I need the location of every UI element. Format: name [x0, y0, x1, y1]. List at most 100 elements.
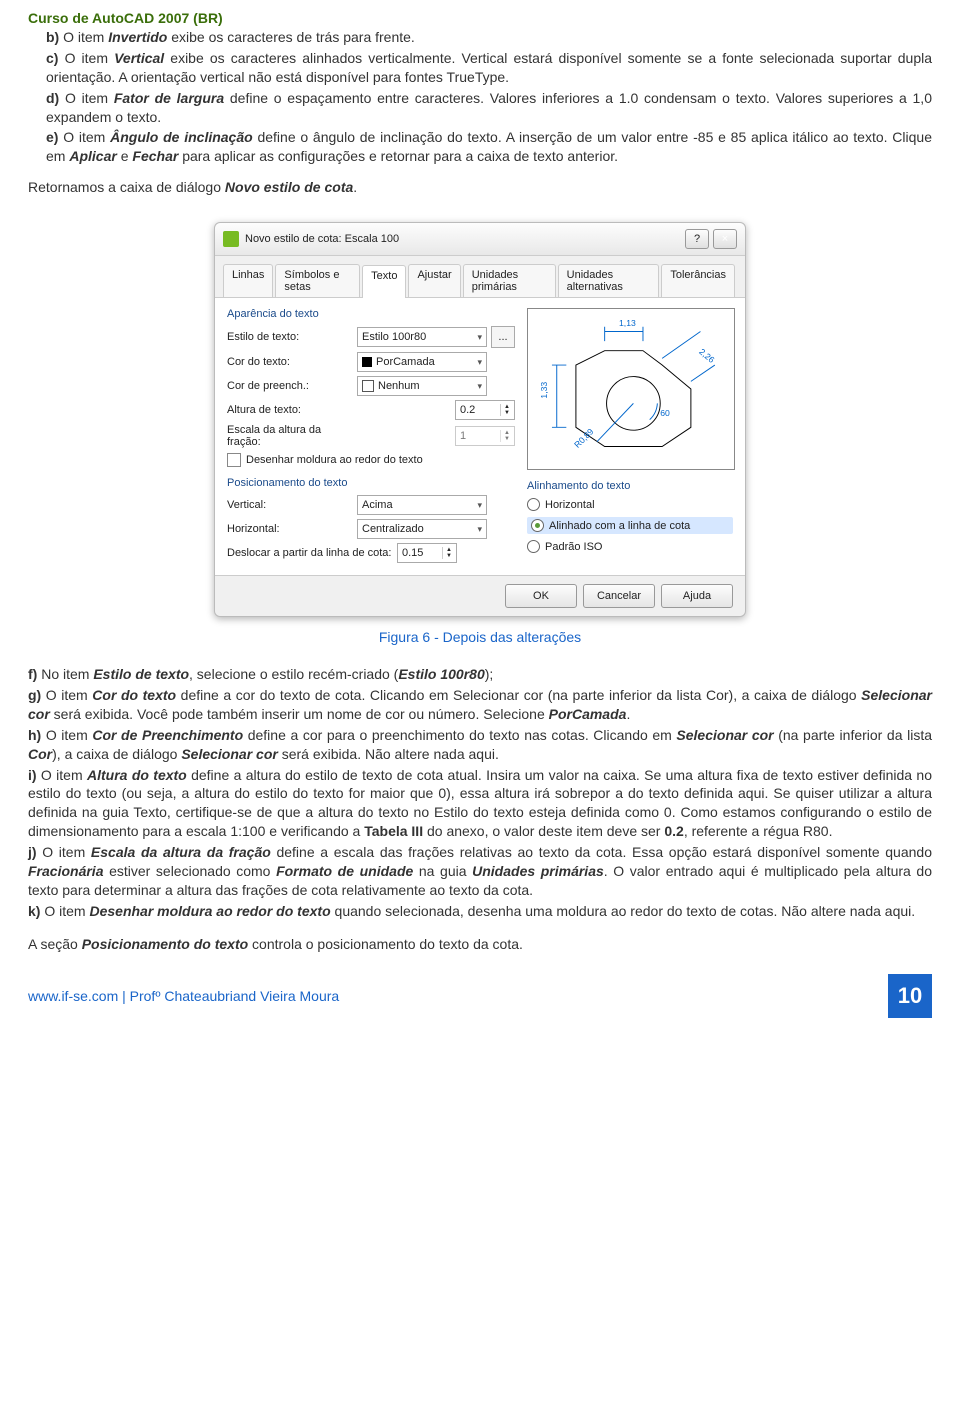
- radio-horizontal[interactable]: Horizontal: [527, 498, 733, 511]
- select-horizontal[interactable]: Centralizado: [357, 519, 487, 539]
- radio-alinhado-cota[interactable]: Alinhado com a linha de cota: [527, 517, 733, 534]
- help-button-footer[interactable]: Ajuda: [661, 584, 733, 608]
- section-aparencia: Aparência do texto: [227, 308, 515, 320]
- spinner-altura-texto[interactable]: 0.2▲▼: [455, 400, 515, 420]
- item-g-prefix: g): [28, 687, 46, 703]
- t: estiver selecionado como: [103, 863, 276, 879]
- tab-simbolos-setas[interactable]: Símbolos e setas: [275, 264, 360, 297]
- item-c-prefix: c): [46, 50, 65, 66]
- ok-button[interactable]: OK: [505, 584, 577, 608]
- t: ), a caixa de diálogo: [52, 746, 181, 762]
- preview-dim-diag: 2,26: [697, 347, 716, 366]
- item-b-prefix: b): [46, 29, 63, 45]
- spinner-arrows-icon[interactable]: ▲▼: [442, 547, 452, 559]
- dialog-novo-estilo-cota: Novo estilo de cota: Escala 100 ? × Linh…: [214, 222, 746, 617]
- select-estilo-texto[interactable]: Estilo 100r80: [357, 327, 487, 347]
- select-cor-texto-value: PorCamada: [376, 356, 435, 368]
- checkbox-icon[interactable]: [227, 453, 241, 467]
- row-cor-texto: Cor do texto: PorCamada: [227, 352, 515, 372]
- tab-bar: Linhas Símbolos e setas Texto Ajustar Un…: [215, 256, 745, 298]
- t: O item: [65, 50, 115, 66]
- t: na guia: [413, 863, 472, 879]
- selecionar-cor: Selecionar cor: [676, 727, 773, 743]
- fracionaria: Fracionária: [28, 863, 103, 879]
- t: A seção: [28, 936, 82, 952]
- dialog-body: Aparência do texto Estilo de texto: Esti…: [215, 298, 745, 575]
- ellipsis-button[interactable]: ...: [491, 326, 515, 348]
- paragraph-i: i) O item Altura do texto define a altur…: [28, 766, 932, 842]
- item-vertical: Vertical: [114, 50, 164, 66]
- cor: Cor: [28, 746, 52, 762]
- item-e-prefix: e): [46, 129, 63, 145]
- selecionar-cor-2: Selecionar cor: [181, 746, 278, 762]
- t: quando selecionada, desenha uma moldura …: [331, 903, 916, 919]
- radio-icon[interactable]: [531, 519, 544, 532]
- radio-icon[interactable]: [527, 540, 540, 553]
- estilo-texto: Estilo de texto: [93, 666, 189, 682]
- select-vertical[interactable]: Acima: [357, 495, 487, 515]
- preview-dim-top: 1,13: [619, 318, 636, 328]
- paragraph-c: c) O item Vertical exibe os caracteres a…: [46, 49, 932, 87]
- porcamada: PorCamada: [549, 706, 627, 722]
- escala-altura-fracao: Escala da altura da fração: [91, 844, 271, 860]
- app-icon: [223, 231, 239, 247]
- tab-linhas[interactable]: Linhas: [223, 264, 273, 297]
- row-vertical: Vertical: Acima: [227, 495, 515, 515]
- spinner-deslocar[interactable]: 0.15▲▼: [397, 543, 457, 563]
- t: será exibida. Você pode também inserir u…: [50, 706, 549, 722]
- preview-dim-angle: 60: [660, 408, 670, 418]
- help-button[interactable]: ?: [685, 229, 709, 249]
- item-angulo: Ângulo de inclinação: [110, 129, 253, 145]
- estilo-100r80: Estilo 100r80: [398, 666, 484, 682]
- radio-padrao-iso[interactable]: Padrão ISO: [527, 540, 733, 553]
- tab-unidades-alternativas[interactable]: Unidades alternativas: [558, 264, 660, 297]
- valor-02: 0.2: [664, 823, 683, 839]
- checkbox-moldura[interactable]: Desenhar moldura ao redor do texto: [227, 453, 515, 467]
- t: , selecione o estilo recém-criado (: [189, 666, 398, 682]
- course-header: Curso de AutoCAD 2007 (BR): [28, 10, 932, 26]
- row-altura-texto: Altura de texto: 0.2▲▼: [227, 400, 515, 420]
- t: O item: [46, 727, 93, 743]
- paragraph-j: j) O item Escala da altura da fração def…: [28, 843, 932, 900]
- t: O item: [63, 29, 108, 45]
- t: define a cor para o preenchimento do tex…: [243, 727, 676, 743]
- t: exibe os caracteres de trás para frente.: [167, 29, 414, 45]
- label-vertical: Vertical:: [227, 499, 357, 511]
- close-button[interactable]: ×: [713, 229, 737, 249]
- dialog-footer: OK Cancelar Ajuda: [215, 575, 745, 616]
- page-number-badge: 10: [888, 974, 932, 1018]
- select-estilo-texto-value: Estilo 100r80: [362, 331, 426, 343]
- tab-texto[interactable]: Texto: [362, 265, 406, 298]
- paragraph-f: f) No item Estilo de texto, selecione o …: [28, 665, 932, 684]
- spinner-fracao-value: 1: [460, 430, 466, 442]
- select-cor-preench-value: Nenhum: [378, 380, 420, 392]
- t: (na parte inferior da lista: [774, 727, 932, 743]
- section-posicionamento: Posicionamento do texto: [227, 477, 515, 489]
- right-column: 1,13 1,33 2,26 60 R0,89 Alinhamento do t…: [527, 308, 733, 567]
- select-cor-texto[interactable]: PorCamada: [357, 352, 487, 372]
- item-d-prefix: d): [46, 90, 65, 106]
- label-cor-texto: Cor do texto:: [227, 356, 357, 368]
- posicionamento-texto: Posicionamento do texto: [82, 936, 248, 952]
- tab-tolerancias[interactable]: Tolerâncias: [661, 264, 735, 297]
- t: No item: [41, 666, 93, 682]
- left-column: Aparência do texto Estilo de texto: Esti…: [227, 308, 515, 567]
- row-cor-preench: Cor de preench.: Nenhum: [227, 376, 515, 396]
- tab-ajustar[interactable]: Ajustar: [408, 264, 460, 297]
- figure-caption: Figura 6 - Depois das alterações: [28, 629, 932, 645]
- label-escala-fracao: Escala da altura da fração:: [227, 424, 357, 448]
- select-cor-preench[interactable]: Nenhum: [357, 376, 487, 396]
- cancel-button[interactable]: Cancelar: [583, 584, 655, 608]
- spinner-escala-fracao: 1▲▼: [455, 426, 515, 446]
- dialog-title: Novo estilo de cota: Escala 100: [245, 233, 681, 245]
- radio-icon[interactable]: [527, 498, 540, 511]
- dimension-preview: 1,13 1,33 2,26 60 R0,89: [527, 308, 735, 470]
- spinner-arrows-icon[interactable]: ▲▼: [500, 404, 510, 416]
- t: será exibida. Não altere nada aqui.: [278, 746, 499, 762]
- t: O item: [41, 767, 87, 783]
- section-alinhamento: Alinhamento do texto: [527, 480, 733, 492]
- t: Retornamos a caixa de diálogo: [28, 179, 225, 195]
- tab-unidades-primarias[interactable]: Unidades primárias: [463, 264, 556, 297]
- t: O item: [42, 844, 91, 860]
- radio-alinhado-label: Alinhado com a linha de cota: [549, 520, 690, 532]
